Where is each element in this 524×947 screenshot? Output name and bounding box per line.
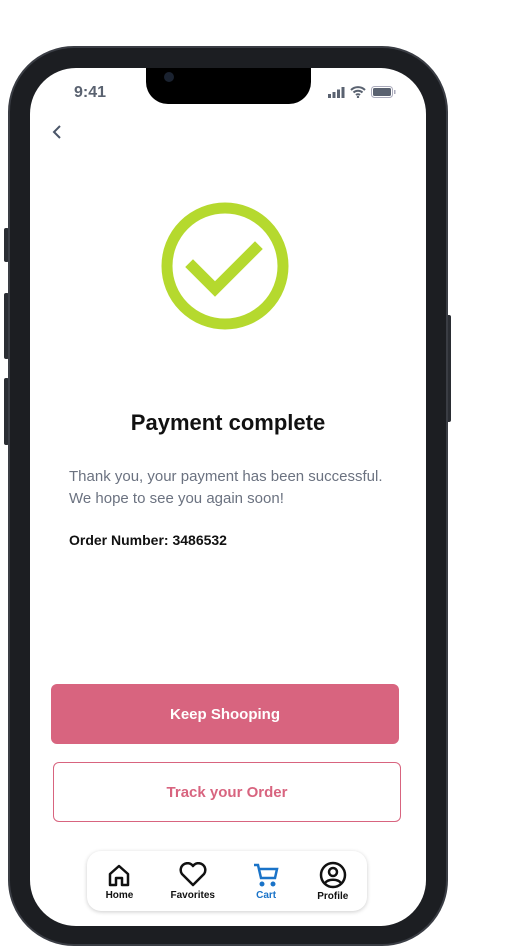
heart-icon xyxy=(179,861,207,886)
bottom-nav: Home Favorites Cart Profile xyxy=(87,851,367,911)
chevron-left-icon xyxy=(52,125,61,139)
nav-item-favorites[interactable]: Favorites xyxy=(170,861,215,901)
status-time: 9:41 xyxy=(74,84,107,101)
message-line: We hope to see you again soon! xyxy=(69,490,284,507)
cart-icon xyxy=(254,863,279,886)
battery-icon xyxy=(371,86,396,98)
nav-item-cart[interactable]: Cart xyxy=(252,862,280,901)
keep-shopping-button[interactable]: Keep Shooping xyxy=(51,684,399,744)
nav-label: Favorites xyxy=(170,889,215,901)
nav-label: Cart xyxy=(256,889,277,901)
home-icon xyxy=(109,864,130,886)
notch xyxy=(146,68,311,104)
status-icons xyxy=(328,86,396,98)
nav-label: Profile xyxy=(317,890,349,902)
nav-label: Home xyxy=(105,889,134,901)
page-title: Payment complete xyxy=(130,410,326,435)
phone-screen: 9:41 Payment complete Thank you, your pa… xyxy=(30,68,426,926)
profile-icon xyxy=(319,861,347,888)
nav-item-profile[interactable]: Profile xyxy=(317,861,348,902)
back-button[interactable] xyxy=(52,120,62,146)
track-order-button[interactable]: Track your Order xyxy=(53,762,401,822)
order-number: Order Number: 3486532 xyxy=(69,532,227,548)
success-check-icon xyxy=(161,202,289,330)
wifi-icon xyxy=(350,86,366,98)
message-line: Thank you, your payment has been success… xyxy=(69,468,383,485)
signal-icon xyxy=(328,86,345,98)
nav-item-home[interactable]: Home xyxy=(105,862,134,901)
camera xyxy=(164,72,174,82)
success-message: Thank you, your payment has been success… xyxy=(69,466,399,510)
